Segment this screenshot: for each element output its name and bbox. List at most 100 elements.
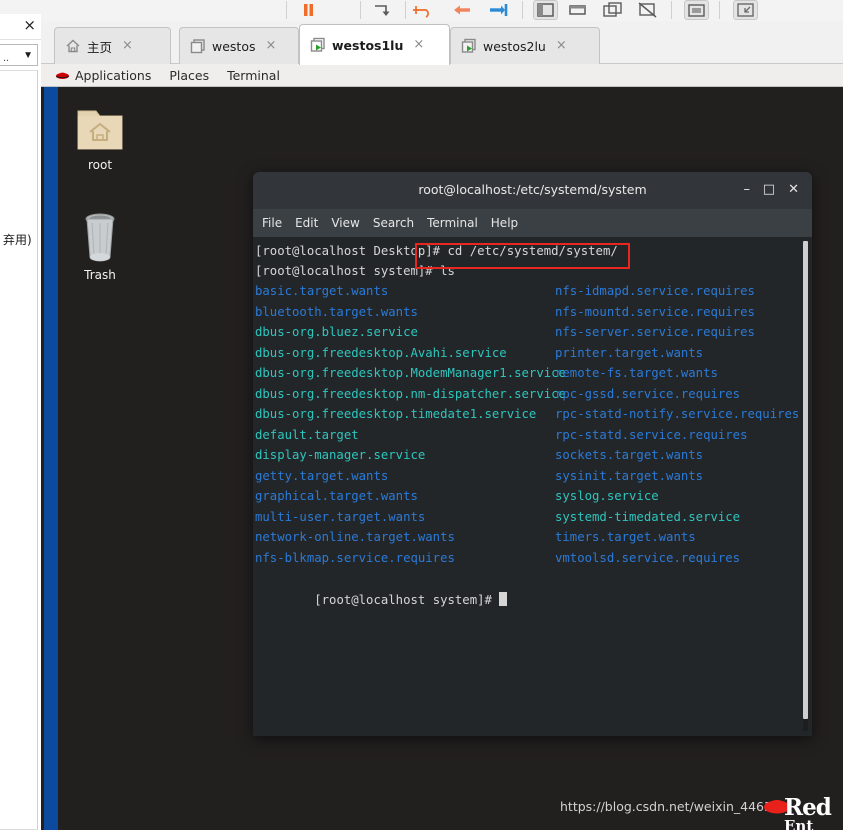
left-dialog-partial-text: 弃用) (3, 233, 32, 247)
console-view-button[interactable] (600, 0, 625, 20)
tab-westos[interactable]: westos × (179, 27, 299, 64)
ls-entry: nfs-blkmap.service.requires (255, 550, 455, 565)
terminal-menu-edit[interactable]: Edit (295, 216, 318, 230)
minimize-icon[interactable]: – (744, 183, 751, 196)
ls-entry: rpc-statd-notify.service.requires (555, 407, 800, 421)
panel-left-icon (537, 3, 554, 17)
terminal-menu-terminal[interactable]: Terminal (427, 216, 478, 230)
snapshot-revert-button[interactable] (412, 0, 437, 20)
terminal-titlebar[interactable]: root@localhost:/etc/systemd/system – □ ✕ (253, 172, 812, 209)
left-dialog-dropdown[interactable]: .. ▼ (0, 44, 38, 66)
fullscreen-button[interactable] (636, 0, 661, 20)
toolbar-separator (671, 1, 672, 19)
terminal-scrollbar[interactable] (803, 241, 808, 731)
desktop-icon-root[interactable]: root (64, 105, 136, 172)
forward-button[interactable] (486, 0, 511, 20)
toolbar-separator (360, 1, 361, 19)
watermark-url: https://blog.csdn.net/weixin_4463… (560, 799, 785, 814)
terminal-title-text: root@localhost:/etc/systemd/system (418, 182, 647, 197)
show-thumbnail-bar-button[interactable] (565, 0, 590, 20)
ls-entry: getty.target.wants (255, 468, 389, 483)
terminal-menu-help[interactable]: Help (491, 216, 518, 230)
redhat-brand-line2: Ent (784, 817, 814, 830)
revert-arrow-icon (413, 6, 429, 18)
toolbar-separator (405, 1, 406, 19)
snapshot-take-button[interactable] (370, 0, 395, 20)
left-dialog-titlebar: × (0, 14, 41, 40)
ls-entry: basic.target.wants (255, 284, 389, 298)
terminal-menubar: File Edit View Search Terminal Help (253, 209, 812, 237)
gnome-top-panel: Applications Places Terminal (41, 64, 843, 87)
ls-entry: dbus-org.freedesktop.timedate1.service (255, 407, 537, 421)
ls-entry: nfs-server.service.requires (555, 325, 755, 339)
terminal-cursor (499, 591, 508, 606)
window-stack-icon (603, 2, 622, 17)
screen-root: 文件(F) 虚拟机(M) 选文件(T) 帮助(H) (0, 0, 843, 830)
tab-label: westos2lu (483, 38, 546, 54)
close-icon[interactable]: × (23, 17, 36, 34)
trash-icon (85, 213, 115, 262)
tab-label: 主页 (87, 39, 113, 55)
desktop-icon-label: root (87, 158, 113, 172)
terminal-menu-search[interactable]: Search (373, 216, 414, 230)
show-library-button[interactable] (533, 0, 558, 20)
desktop-icon-label: Trash (84, 268, 116, 282)
ls-entry: systemd-timedated.service (555, 509, 741, 524)
gnome-menu-applications[interactable]: Applications (75, 68, 151, 83)
stretch-guest-button[interactable] (733, 0, 758, 20)
tab-label: westos1lu (332, 37, 404, 53)
prompt-text: [root@localhost system]# (314, 592, 500, 607)
home-folder-icon (77, 110, 123, 150)
ls-entry: remote-fs.target.wants (555, 366, 718, 380)
ls-entry: nfs-idmapd.service.requires (555, 284, 755, 298)
ls-entry: graphical.target.wants (255, 489, 418, 503)
tab-westos1lu[interactable]: westos1lu × (299, 24, 450, 65)
toolbar-separator (286, 1, 287, 19)
toolbar-separator (719, 1, 720, 19)
terminal-menu-file[interactable]: File (262, 216, 282, 230)
close-icon[interactable]: ✕ (788, 183, 799, 196)
chevron-down-icon: ▼ (23, 50, 33, 61)
desktop-icon-trash[interactable]: Trash (64, 205, 136, 282)
tab-label: westos (212, 38, 256, 54)
ls-entry: dbus-org.freedesktop.ModemManager1.servi… (255, 366, 566, 380)
terminal-output-area[interactable]: [root@localhost Desktop]# cd /etc/system… (253, 237, 812, 736)
ls-entry: bluetooth.target.wants (255, 304, 418, 319)
vm-stopped-icon (189, 37, 207, 55)
ls-entry: dbus-org.freedesktop.nm-dispatcher.servi… (255, 386, 566, 401)
desktop-left-blue-strip (44, 87, 58, 830)
tab-westos2lu[interactable]: westos2lu × (450, 27, 600, 64)
ls-entry: default.target (255, 427, 359, 442)
ls-entry: network-online.target.wants (255, 530, 455, 544)
ls-entry: nfs-mountd.service.requires (555, 304, 755, 319)
panel-top-icon (569, 5, 586, 15)
ls-entry: printer.target.wants (555, 345, 704, 360)
toolbar-separator (522, 1, 523, 19)
vm-running-icon (460, 37, 478, 55)
gnome-menu-places[interactable]: Places (169, 68, 209, 83)
arrow-right-pin-icon (490, 4, 508, 16)
close-icon[interactable]: × (266, 39, 277, 52)
maximize-icon[interactable]: □ (763, 183, 775, 196)
tab-strip: 主页 × westos × westos1lu × westos2lu × (41, 21, 843, 65)
gnome-menu-terminal[interactable]: Terminal (227, 68, 280, 83)
ls-entry: multi-user.target.wants (255, 509, 426, 524)
tab-home[interactable]: 主页 × (54, 27, 171, 64)
unity-mode-button[interactable] (684, 0, 709, 20)
terminal-prompt-line-2: [root@localhost system]# ls (255, 264, 455, 278)
stretch-icon (737, 3, 754, 17)
pause-button[interactable] (296, 0, 321, 20)
ls-entry: dbus-org.bluez.service (255, 325, 418, 339)
ls-entry: sysinit.target.wants (555, 468, 704, 483)
ls-entry: vmtoolsd.service.requires (555, 550, 741, 565)
close-icon[interactable]: × (122, 39, 133, 52)
terminal-menu-view[interactable]: View (331, 216, 359, 230)
back-button[interactable] (450, 0, 475, 20)
close-icon[interactable]: × (556, 39, 567, 52)
unity-icon (688, 4, 705, 17)
close-icon[interactable]: × (413, 38, 424, 51)
vmware-toolbar (0, 0, 843, 21)
ls-entry: sockets.target.wants (555, 448, 704, 462)
ls-entry: display-manager.service (255, 448, 426, 462)
scrollbar-thumb[interactable] (803, 241, 808, 719)
